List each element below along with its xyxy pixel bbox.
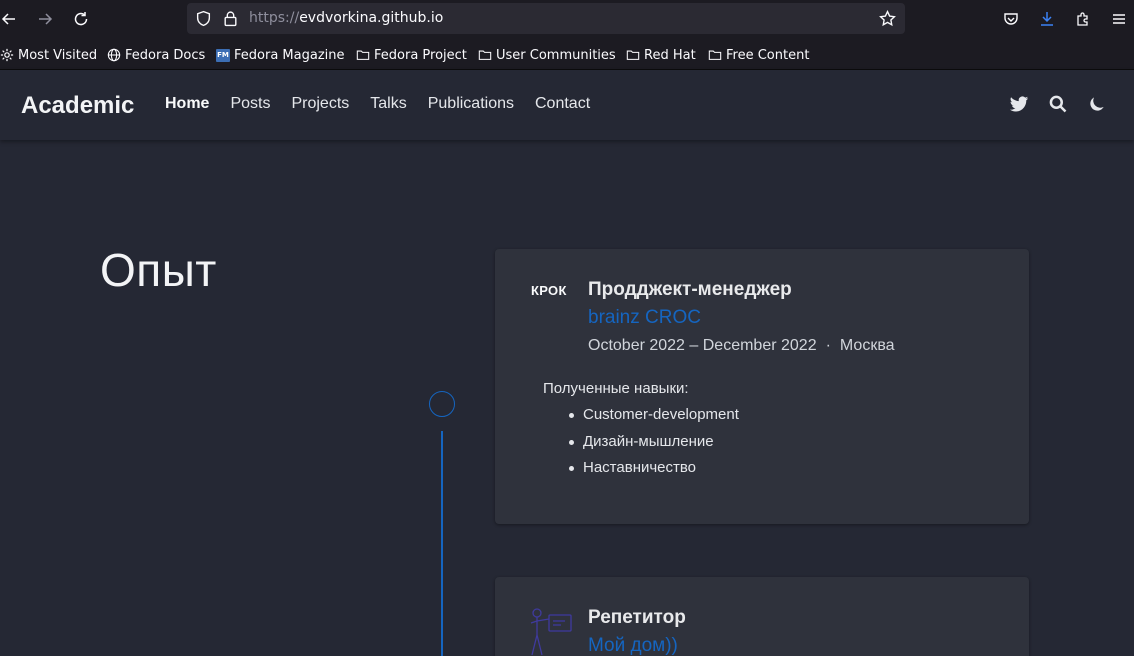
globe-icon <box>107 48 121 62</box>
search-icon <box>1049 95 1067 113</box>
job-title: Репетитор <box>588 607 686 628</box>
folder-icon <box>356 50 370 60</box>
bookmark-label: Fedora Docs <box>125 47 206 63</box>
bookmark-label: Fedora Magazine <box>234 47 345 63</box>
site-brand[interactable]: Academic <box>21 92 134 120</box>
download-icon <box>1041 12 1053 26</box>
lock-icon[interactable] <box>222 10 239 27</box>
folder-icon <box>708 50 722 60</box>
company-logo: КРОК <box>531 283 567 298</box>
puzzle-icon <box>1077 12 1088 26</box>
experience-card: КРОК Продджект-менеджер brainz CROC Octo… <box>495 249 1029 524</box>
twitter-link[interactable] <box>1009 94 1031 116</box>
downloads-button[interactable] <box>1034 6 1060 32</box>
moon-icon <box>1090 97 1104 111</box>
shield-icon[interactable] <box>195 10 212 27</box>
url-text[interactable]: https://evdvorkina.github.io <box>249 10 443 26</box>
timeline-line <box>441 431 443 656</box>
app-menu-button[interactable] <box>1106 6 1132 32</box>
theme-toggle-button[interactable] <box>1087 94 1109 116</box>
bookmarks-toolbar: Most Visited Fedora Docs FM Fedora Magaz… <box>0 38 1134 70</box>
forward-arrow-icon <box>39 13 53 25</box>
section-title: Опыт <box>100 244 217 296</box>
company-link[interactable]: brainz CROC <box>588 307 701 329</box>
company-link[interactable]: Мой дом)) <box>588 635 678 656</box>
nav-posts[interactable]: Posts <box>230 95 270 113</box>
bookmark-label: User Communities <box>496 47 616 63</box>
nav-contact[interactable]: Contact <box>535 95 590 113</box>
bookmark-label: Fedora Project <box>374 47 467 63</box>
pocket-icon <box>1004 13 1018 25</box>
nav-publications[interactable]: Publications <box>428 95 514 113</box>
nav-talks[interactable]: Talks <box>370 95 406 113</box>
reload-icon <box>74 12 88 26</box>
url-scheme: https:// <box>249 10 300 26</box>
skill-item: Дизайн-мышление <box>569 433 739 460</box>
bookmark-label: Red Hat <box>644 47 696 63</box>
fedora-magazine-icon: FM <box>216 48 230 62</box>
bookmark-most-visited[interactable]: Most Visited <box>0 46 97 64</box>
job-title: Продджект-менеджер <box>588 279 792 300</box>
bookmark-star-icon[interactable] <box>879 10 896 27</box>
hamburger-menu-icon <box>1113 14 1125 24</box>
bookmark-fedora-project[interactable]: Fedora Project <box>356 46 467 64</box>
bookmark-label: Free Content <box>726 47 810 63</box>
job-location: Москва <box>839 337 895 354</box>
skills-list: Customer-development Дизайн-мышление Нас… <box>569 406 739 486</box>
bookmark-fedora-magazine[interactable]: FM Fedora Magazine <box>216 46 345 64</box>
bookmark-label: Most Visited <box>18 47 98 63</box>
bookmark-fedora-docs[interactable]: Fedora Docs <box>107 46 205 64</box>
url-host: evdvorkina.github.io <box>299 10 444 26</box>
nav-projects[interactable]: Projects <box>291 95 349 113</box>
skill-item: Наставничество <box>569 459 739 486</box>
meta-separator: · <box>825 337 831 354</box>
back-button[interactable] <box>0 6 22 32</box>
folder-icon <box>478 50 492 60</box>
extensions-button[interactable] <box>1070 6 1096 32</box>
search-button[interactable] <box>1048 94 1070 116</box>
skills-heading: Полученные навыки: <box>543 380 689 397</box>
back-arrow-icon <box>1 13 15 25</box>
gear-icon <box>0 48 14 62</box>
forward-button[interactable] <box>32 6 58 32</box>
browser-toolbar: https://evdvorkina.github.io <box>0 0 1134 38</box>
bookmark-red-hat[interactable]: Red Hat <box>626 46 696 64</box>
folder-icon <box>626 50 640 60</box>
date-range: October 2022 – December 2022 <box>588 337 817 354</box>
reload-button[interactable] <box>68 6 94 32</box>
skill-item: Customer-development <box>569 406 739 433</box>
experience-card: Репетитор Мой дом)) <box>495 577 1029 656</box>
url-bar[interactable]: https://evdvorkina.github.io <box>187 3 905 34</box>
twitter-icon <box>1009 96 1029 112</box>
site-navbar: Academic Home Posts Projects Talks Publi… <box>0 70 1134 140</box>
pocket-button[interactable] <box>998 6 1024 32</box>
timeline-dot <box>429 391 455 417</box>
bookmark-user-communities[interactable]: User Communities <box>478 46 616 64</box>
teacher-illustration-icon <box>530 608 572 656</box>
bookmark-free-content[interactable]: Free Content <box>708 46 809 64</box>
main-nav: Home Posts Projects Talks Publications C… <box>165 95 590 113</box>
nav-home[interactable]: Home <box>165 95 209 113</box>
job-meta: October 2022 – December 2022 · Москва <box>588 337 895 355</box>
